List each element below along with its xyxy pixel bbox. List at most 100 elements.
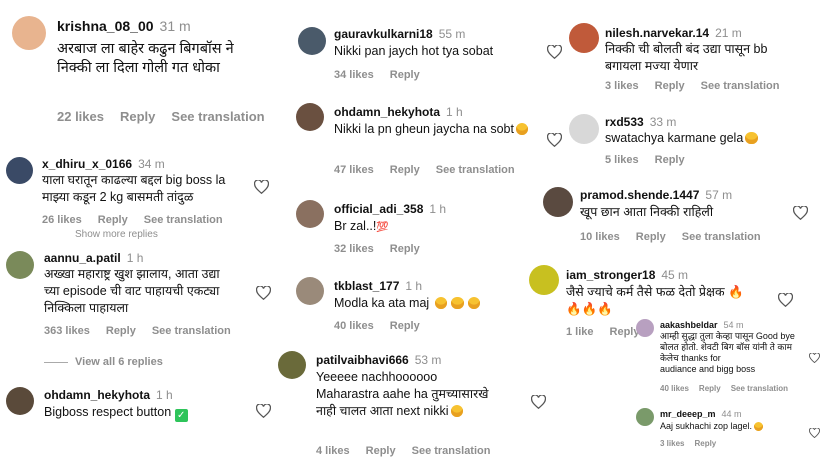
see-translation-button[interactable]: See translation xyxy=(731,384,788,393)
comment-time: 21 m xyxy=(715,26,742,40)
see-translation-button[interactable]: See translation xyxy=(171,109,264,124)
avatar[interactable] xyxy=(529,265,559,295)
see-translation-button[interactable]: See translation xyxy=(701,80,780,92)
comment-username[interactable]: nilesh.narvekar.14 21 m xyxy=(605,26,742,40)
likes-count[interactable]: 40 likes xyxy=(334,320,374,332)
comment-username[interactable]: official_adi_358 1 h xyxy=(334,202,446,216)
likes-count[interactable]: 10 likes xyxy=(580,231,620,243)
likes-count[interactable]: 32 likes xyxy=(334,243,374,255)
comment-username[interactable]: pramod.shende.1447 57 m xyxy=(580,188,732,202)
comment-time: 1 h xyxy=(446,105,463,119)
likes-count[interactable]: 3 likes xyxy=(605,80,639,92)
comment-username[interactable]: aannu_a.patil 1 h xyxy=(44,251,143,265)
reply-button[interactable]: Reply xyxy=(390,69,420,81)
reply-button[interactable]: Reply xyxy=(106,325,136,337)
comment-text: अरबाज ला बाहेर कढुन बिगबॉस ने निक्की ला … xyxy=(57,41,234,76)
comment-text: Aaj sukhachi zop lagel. xyxy=(660,421,820,432)
show-more-replies-link[interactable]: Show more replies xyxy=(75,229,158,240)
laughing-emoji-icon xyxy=(467,296,481,309)
likes-count[interactable]: 363 likes xyxy=(44,325,90,337)
comment-time: 44 m xyxy=(721,409,742,419)
avatar[interactable] xyxy=(278,351,306,379)
like-heart-icon[interactable] xyxy=(255,403,272,423)
comment-username[interactable]: ohdamn_hekyhota 1 h xyxy=(44,388,173,402)
comment-username[interactable]: aakashbeldar 54 m xyxy=(660,320,744,330)
reply-button[interactable]: Reply xyxy=(694,439,716,448)
comment-username[interactable]: krishna_08_00 31 m xyxy=(57,18,191,34)
likes-count[interactable]: 3 likes xyxy=(660,439,684,448)
comment-username[interactable]: patilvaibhavi666 53 m xyxy=(316,353,441,367)
reply-button[interactable]: Reply xyxy=(390,243,420,255)
check-mark-icon: ✓ xyxy=(174,409,188,422)
fire-emoji-icon: 🔥 xyxy=(728,285,744,299)
likes-count[interactable]: 5 likes xyxy=(605,154,639,166)
avatar[interactable] xyxy=(298,27,326,55)
like-heart-icon[interactable] xyxy=(253,179,270,199)
comment-actions: 40 likes Reply xyxy=(334,320,436,332)
fire-emoji-icon: 🔥🔥🔥 xyxy=(566,302,613,316)
comment-username[interactable]: rxd533 33 m xyxy=(605,115,676,129)
likes-count[interactable]: 4 likes xyxy=(316,445,350,457)
like-heart-icon[interactable] xyxy=(530,394,547,414)
comment-actions: 4 likes Reply See translation xyxy=(316,445,506,457)
likes-count[interactable]: 34 likes xyxy=(334,69,374,81)
comment-text: आम्ही सुद्धा तुला केव्हा पासून Good bye … xyxy=(660,331,795,374)
comment-username[interactable]: gauravkulkarni18 55 m xyxy=(334,27,465,41)
laughing-emoji-icon xyxy=(434,296,448,309)
likes-count[interactable]: 47 likes xyxy=(334,164,374,176)
comment-text: Nikki pan jaych hot tya sobat xyxy=(334,44,494,58)
avatar[interactable] xyxy=(6,251,34,279)
view-all-replies-link[interactable]: View all 6 replies xyxy=(75,356,163,368)
comment-username[interactable]: mr_deeep_m 44 m xyxy=(660,409,742,419)
like-heart-icon[interactable] xyxy=(546,44,563,64)
see-translation-button[interactable]: See translation xyxy=(144,214,223,226)
avatar[interactable] xyxy=(636,319,654,337)
avatar[interactable] xyxy=(296,277,324,305)
comment-username[interactable]: tkblast_177 1 h xyxy=(334,279,422,293)
comment-time: 1 h xyxy=(405,279,423,293)
likes-count[interactable]: 1 like xyxy=(566,326,594,338)
see-translation-button[interactable]: See translation xyxy=(412,445,491,457)
like-heart-icon[interactable] xyxy=(777,292,794,312)
reply-button[interactable]: Reply xyxy=(390,320,420,332)
likes-count[interactable]: 26 likes xyxy=(42,214,82,226)
avatar[interactable] xyxy=(12,16,46,50)
reply-button[interactable]: Reply xyxy=(366,445,396,457)
like-heart-icon[interactable] xyxy=(792,205,809,225)
like-heart-icon[interactable] xyxy=(546,132,563,152)
like-heart-icon[interactable] xyxy=(809,425,820,443)
reply-button[interactable]: Reply xyxy=(98,214,128,226)
avatar[interactable] xyxy=(636,408,654,426)
likes-count[interactable]: 40 likes xyxy=(660,384,689,393)
comment-actions: 5 likes Reply xyxy=(605,154,701,166)
comment-text: Nikki la pn gheun jaycha na sobt xyxy=(334,121,544,138)
reply-button[interactable]: Reply xyxy=(610,326,640,338)
comment-username[interactable]: x_dhiru_x_0166 34 m xyxy=(42,157,165,171)
avatar[interactable] xyxy=(543,187,573,217)
comment-time: 54 m xyxy=(723,320,744,330)
reply-button[interactable]: Reply xyxy=(120,109,155,124)
comment-time: 33 m xyxy=(649,115,677,129)
avatar[interactable] xyxy=(569,114,599,144)
comment-username[interactable]: ohdamn_hekyhota 1 h xyxy=(334,105,463,119)
avatar[interactable] xyxy=(296,200,324,228)
comments-column-2: gauravkulkarni18 55 m Nikki pan jaych hot… xyxy=(278,0,563,466)
reply-button[interactable]: Reply xyxy=(699,384,721,393)
avatar[interactable] xyxy=(296,103,324,131)
likes-count[interactable]: 22 likes xyxy=(57,109,104,124)
reply-button[interactable]: Reply xyxy=(636,231,666,243)
reply-button[interactable]: Reply xyxy=(390,164,420,176)
reply-button[interactable]: Reply xyxy=(655,154,685,166)
comment-actions: 3 likes Reply xyxy=(660,439,732,448)
avatar[interactable] xyxy=(6,157,33,184)
like-heart-icon[interactable] xyxy=(809,350,820,368)
see-translation-button[interactable]: See translation xyxy=(682,231,761,243)
see-translation-button[interactable]: See translation xyxy=(436,164,515,176)
see-translation-button[interactable]: See translation xyxy=(152,325,231,337)
avatar[interactable] xyxy=(569,23,599,53)
comment-username[interactable]: iam_stronger18 45 m xyxy=(566,268,688,282)
reply-button[interactable]: Reply xyxy=(655,80,685,92)
comment-time: 31 m xyxy=(159,18,191,34)
avatar[interactable] xyxy=(6,387,34,415)
like-heart-icon[interactable] xyxy=(255,285,272,305)
